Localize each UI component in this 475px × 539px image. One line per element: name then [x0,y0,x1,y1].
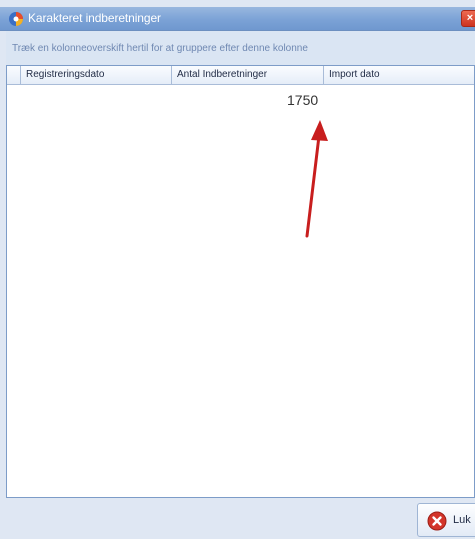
dialog-footer: Luk [6,498,475,539]
data-grid: Registreringsdato Antal Indberetninger I… [6,65,475,498]
luk-button[interactable]: Luk [417,503,475,537]
group-by-panel[interactable]: Træk en kolonneoverskift hertil for at g… [6,31,475,65]
column-header-registreringsdato[interactable]: Registreringsdato [21,66,172,84]
close-icon: × [466,12,474,24]
red-arrow-annotation [305,120,328,238]
antal-indberetninger-value[interactable]: 1750 [287,92,318,108]
row-indicator-header [7,66,21,84]
grid-header: Registreringsdato Antal Indberetninger I… [7,66,474,85]
app-icon [9,12,23,26]
luk-label: Luk [453,514,471,526]
close-x-circle-icon [427,511,447,531]
dialog-window: Karakteret indberetninger × Træk en kolo… [0,0,475,539]
window-title: Karakteret indberetninger [28,11,161,25]
column-header-import-dato[interactable]: Import dato [324,66,474,84]
group-by-hint: Træk en kolonneoverskift hertil for at g… [12,43,308,54]
column-header-antal-indberetninger[interactable]: Antal Indberetninger [172,66,324,84]
title-bar[interactable]: Karakteret indberetninger × [0,7,475,31]
close-window-button[interactable]: × [461,10,475,27]
